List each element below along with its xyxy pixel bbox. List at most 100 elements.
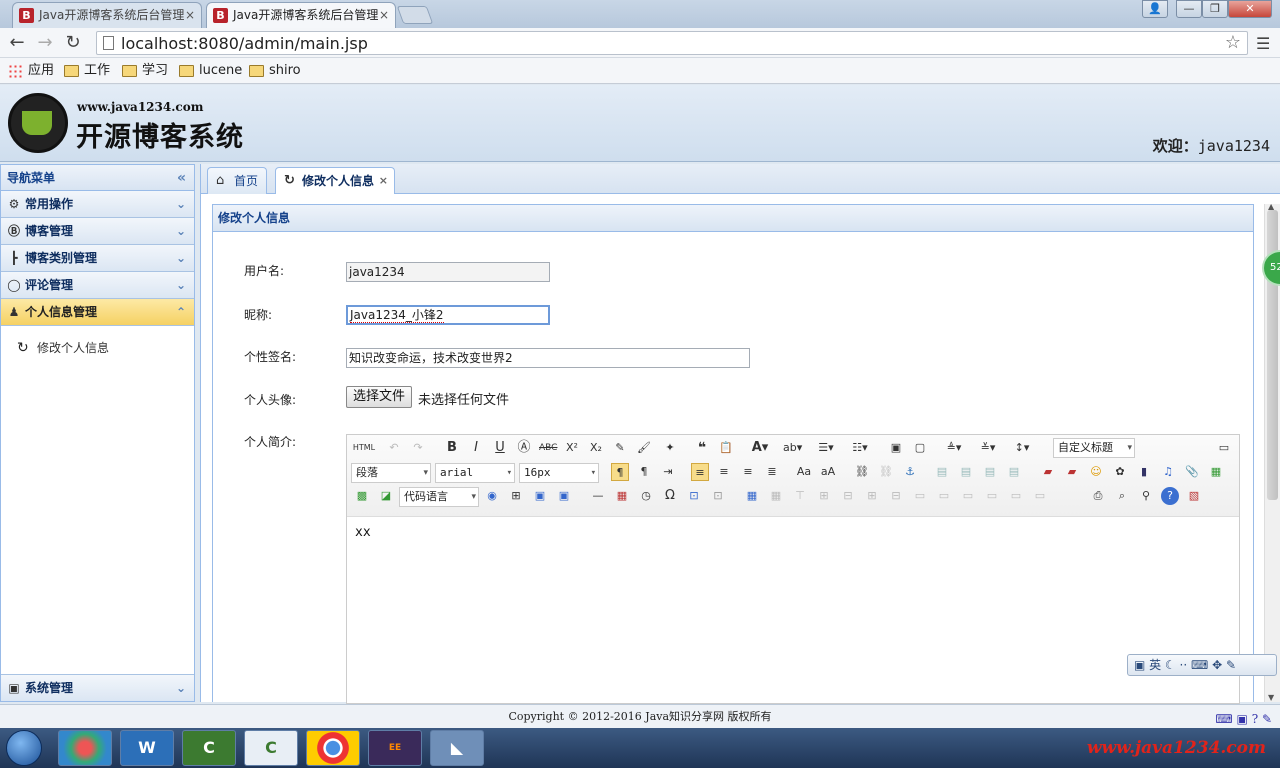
collapse-icon[interactable]: « (177, 165, 186, 191)
time-icon[interactable]: ◷ (637, 487, 655, 505)
image-icon[interactable]: ▰ (1039, 463, 1057, 481)
font-family-select[interactable]: arial ▾ (435, 463, 515, 483)
search-replace-icon[interactable]: ⊡ (685, 487, 703, 505)
align-left-icon[interactable]: ≡ (691, 463, 709, 481)
nickname-input[interactable]: Java1234_小锋2 (346, 305, 550, 325)
sidebar-item-category[interactable]: ┣ 博客类别管理 ⌄ (1, 245, 194, 272)
sidebar-item-comment[interactable]: ◯ 评论管理 ⌄ (1, 272, 194, 299)
font-border-icon[interactable]: Ⓐ (515, 439, 533, 457)
bookmark-star-icon[interactable]: ☆ (1225, 32, 1241, 53)
bookmark-apps[interactable]: 应用 (8, 62, 54, 80)
underline-icon[interactable]: U (491, 439, 509, 457)
taskbar-app-colors[interactable] (58, 730, 112, 766)
to-uppercase-icon[interactable]: Aa (795, 463, 813, 481)
insert-col-icon[interactable]: ⊞ (863, 487, 881, 505)
taskbar-app-word[interactable]: W (120, 730, 174, 766)
pagebreak-icon[interactable]: ◉ (483, 487, 501, 505)
unlink-icon[interactable]: ⛓ (877, 463, 895, 481)
subscript-icon[interactable]: X₂ (587, 439, 605, 457)
start-button[interactable] (6, 730, 42, 766)
browser-tab-1[interactable]: B Java开源博客系统后台管理 × (12, 2, 202, 28)
ltr-icon[interactable]: ¶ (611, 463, 629, 481)
webapp-icon[interactable]: ▣ (531, 487, 549, 505)
scrawl-icon[interactable]: ✿ (1111, 463, 1129, 481)
snapscreen-icon[interactable]: ⊡ (709, 487, 727, 505)
taskbar-app-chrome[interactable] (306, 730, 360, 766)
video-icon[interactable]: ▮ (1135, 463, 1153, 481)
username-input[interactable]: java1234 (346, 262, 550, 282)
bold-icon[interactable]: B (443, 439, 461, 457)
new-tab-button[interactable] (396, 6, 434, 24)
tab-edit-profile[interactable]: ↻ 修改个人信息 × (275, 167, 395, 194)
split-rows-icon[interactable]: ▭ (1007, 487, 1025, 505)
delete-row-icon[interactable]: ⊟ (839, 487, 857, 505)
taskbar-app-eclipse[interactable]: EE (368, 730, 422, 766)
taskbar-app-dolphin[interactable]: ◣ (430, 730, 484, 766)
bookmark-lucene[interactable]: lucene (179, 62, 242, 80)
multi-image-icon[interactable]: ▰ (1063, 463, 1081, 481)
sidebar-item-blog[interactable]: Ⓑ 博客管理 ⌄ (1, 218, 194, 245)
close-icon[interactable]: × (379, 168, 388, 194)
row-spacing-top-icon[interactable]: ≜▾ (945, 439, 963, 457)
html-source-button[interactable]: HTML (351, 439, 377, 457)
menu-icon[interactable]: ☰ (1256, 34, 1270, 53)
bookmark-shiro[interactable]: shiro (249, 62, 301, 80)
ime-toolbar[interactable]: ▣ 英 ☾ ·· ⌨ ✥ ✎ (1127, 654, 1277, 676)
insert-paragraph-icon[interactable]: ⊤ (791, 487, 809, 505)
sidebar-item-profile[interactable]: ♟ 个人信息管理 ⌃ (1, 299, 194, 326)
minimize-button[interactable]: — (1176, 0, 1202, 18)
anchor-icon[interactable]: ⚓ (901, 463, 919, 481)
address-bar[interactable]: localhost:8080/admin/main.jsp ☆ (96, 31, 1248, 55)
merge-down-icon[interactable]: ▭ (959, 487, 977, 505)
date-icon[interactable]: ▦ (613, 487, 631, 505)
reload-icon[interactable]: ↻ (62, 32, 84, 54)
search-icon[interactable]: ⚲ (1137, 487, 1155, 505)
browser-tab-2[interactable]: B Java开源博客系统后台管理 × (206, 2, 396, 28)
insert-row-icon[interactable]: ⊞ (815, 487, 833, 505)
sidebar-item-system[interactable]: ▣ 系统管理 ⌄ (1, 674, 194, 701)
taskbar-app-camtasia-recorder[interactable]: C (244, 730, 298, 766)
split-cells-icon[interactable]: ▭ (983, 487, 1001, 505)
image-right-icon[interactable]: ▤ (981, 463, 999, 481)
maximize-button[interactable]: ❐ (1202, 0, 1228, 18)
paste-plain-icon[interactable]: 📋 (717, 439, 735, 457)
redo-icon[interactable]: ↷ (409, 439, 427, 457)
delete-col-icon[interactable]: ⊟ (887, 487, 905, 505)
drafts-icon[interactable]: ▧ (1185, 487, 1203, 505)
italic-icon[interactable]: I (467, 439, 485, 457)
custom-heading-select[interactable]: 自定义标题 ▾ (1053, 438, 1135, 458)
close-icon[interactable]: × (379, 3, 389, 27)
indent-icon[interactable]: ⇥ (659, 463, 677, 481)
split-cols-icon[interactable]: ▭ (1031, 487, 1049, 505)
insert-code-icon[interactable]: ▣ (555, 487, 573, 505)
image-left-icon[interactable]: ▤ (957, 463, 975, 481)
print-icon[interactable]: ⎙ (1089, 487, 1107, 505)
font-size-select[interactable]: 16px ▾ (519, 463, 599, 483)
blockquote-icon[interactable]: ❝ (693, 439, 711, 457)
forward-icon[interactable]: → (34, 32, 56, 54)
forecolor-icon[interactable]: A▾ (751, 439, 769, 457)
row-spacing-bottom-icon[interactable]: ≚▾ (979, 439, 997, 457)
sidebar-link-edit-profile[interactable]: ↻ 修改个人信息 (17, 340, 194, 356)
taskbar-app-camtasia[interactable]: C (182, 730, 236, 766)
image-none-icon[interactable]: ▤ (933, 463, 951, 481)
bookmark-work[interactable]: 工作 (64, 62, 110, 80)
strikethrough-icon[interactable]: ABC (539, 439, 557, 457)
attachment-icon[interactable]: 📎 (1183, 463, 1201, 481)
paragraph-select[interactable]: 段落 ▾ (351, 463, 431, 483)
signature-input[interactable]: 知识改变命运，技术改变世界2 (346, 348, 750, 368)
sidebar-item-common[interactable]: ⚙ 常用操作 ⌄ (1, 191, 194, 218)
scroll-down-icon[interactable]: ▼ (1268, 693, 1274, 702)
choose-file-button[interactable]: 选择文件 (346, 386, 413, 408)
map-icon[interactable]: ▦ (1207, 463, 1225, 481)
fullscreen-icon[interactable]: ▭ (1215, 439, 1233, 457)
horizontal-rule-icon[interactable]: — (589, 487, 607, 505)
undo-icon[interactable]: ↶ (385, 439, 403, 457)
eraser-icon[interactable]: ✎ (611, 439, 629, 457)
code-language-select[interactable]: 代码语言 ▾ (399, 487, 479, 507)
tab-home[interactable]: ⌂ 首页 (207, 167, 267, 194)
help-icon[interactable]: ? (1161, 487, 1179, 505)
delete-table-icon[interactable]: ▦ (767, 487, 785, 505)
superscript-icon[interactable]: X² (563, 439, 581, 457)
to-lowercase-icon[interactable]: aA (819, 463, 837, 481)
